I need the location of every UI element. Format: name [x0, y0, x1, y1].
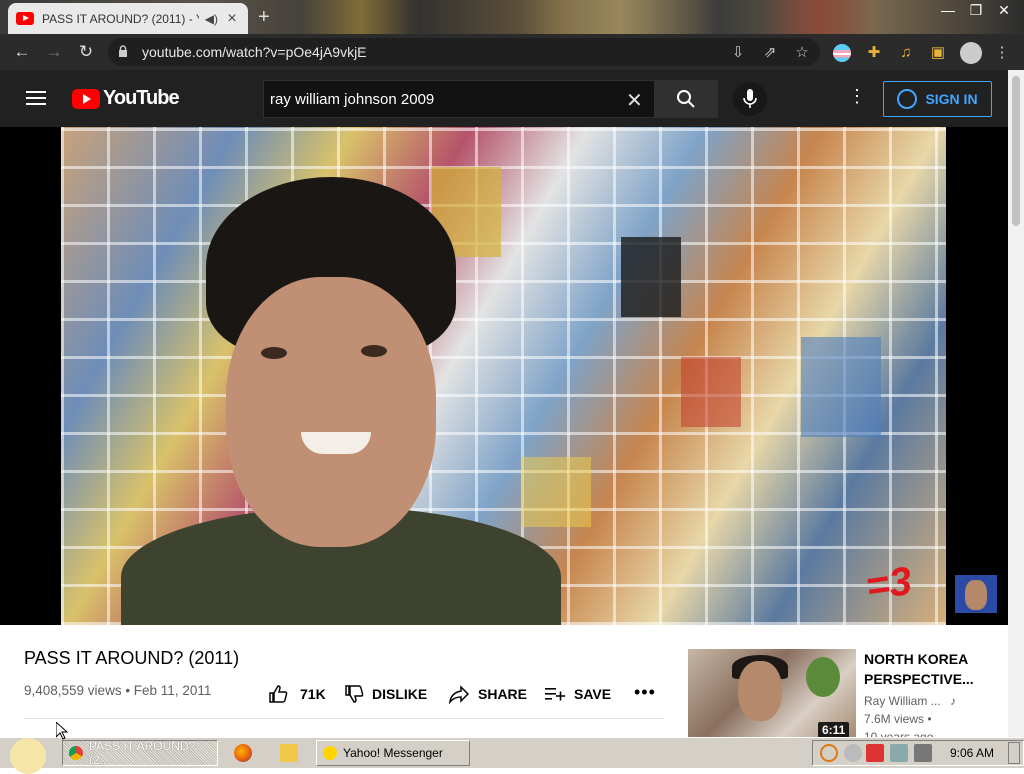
save-label: SAVE — [574, 686, 612, 702]
thumbs-up-icon — [269, 685, 288, 703]
recommended-duration: 6:11 — [818, 722, 850, 738]
scrollbar-thumb[interactable] — [1012, 76, 1020, 226]
lock-icon[interactable] — [118, 45, 128, 58]
youtube-favicon-icon — [16, 12, 34, 25]
youtube-logo-text[interactable]: YouTube — [103, 87, 180, 110]
taskbar-item-browser[interactable]: PASS IT AROUND? (2... — [62, 739, 218, 767]
yahoo-messenger-icon — [323, 746, 337, 760]
start-button[interactable] — [6, 738, 48, 774]
dislike-label: DISLIKE — [372, 686, 428, 702]
music-note-icon: ♪ — [950, 694, 957, 708]
like-button[interactable]: 71K — [268, 684, 326, 704]
side-panel-icon[interactable]: ▣ — [929, 44, 947, 62]
clear-search-icon[interactable]: ✕ — [626, 88, 643, 113]
browser-menu-icon[interactable]: ⋮ — [993, 44, 1011, 62]
microphone-icon — [743, 89, 757, 108]
search-button[interactable] — [655, 80, 718, 118]
tab-close-icon[interactable]: × — [224, 10, 240, 28]
extension-flag-icon[interactable] — [833, 44, 851, 62]
mouse-cursor-icon — [56, 722, 68, 740]
window-minimize-button[interactable]: — — [934, 2, 962, 18]
recommended-channel[interactable]: Ray William ... ♪ — [864, 694, 956, 708]
chrome-icon — [69, 746, 83, 760]
share-button[interactable]: SHARE — [448, 684, 527, 704]
video-views-date: 9,408,559 views • Feb 11, 2011 — [24, 683, 212, 698]
search-input[interactable] — [270, 87, 620, 111]
playlist-add-icon — [545, 688, 565, 701]
taskbar-item-label: PASS IT AROUND? (2... — [89, 739, 196, 767]
new-tab-button[interactable]: + — [258, 6, 270, 29]
extensions-puzzle-icon[interactable]: ✚ — [865, 44, 883, 62]
thumbs-down-icon — [345, 685, 364, 703]
search-box — [263, 80, 655, 118]
search-icon — [677, 90, 695, 108]
install-icon[interactable]: ⇩ — [729, 44, 747, 62]
youtube-logo-icon[interactable] — [72, 89, 100, 109]
browser-tab-active[interactable]: PASS IT AROUND? (2011) - Y ◀) × — [8, 3, 248, 34]
forward-arrow-icon[interactable]: → — [44, 42, 64, 62]
taskbar-item-messenger[interactable]: Yahoo! Messenger — [316, 740, 470, 766]
profile-avatar-icon[interactable] — [960, 42, 982, 64]
back-arrow-icon[interactable]: ← — [12, 42, 32, 62]
smiley-tray-icon[interactable] — [844, 744, 862, 762]
search-tray-icon[interactable] — [820, 744, 838, 762]
security-tray-icon[interactable] — [866, 744, 884, 762]
window-maximize-button[interactable]: ❐ — [962, 2, 990, 19]
taskbar-item-label: Yahoo! Messenger — [343, 746, 443, 760]
sign-in-button[interactable]: SIGN IN — [883, 81, 992, 117]
taskbar-clock[interactable]: 9:06 AM — [950, 746, 994, 760]
video-title: PASS IT AROUND? (2011) — [24, 648, 240, 668]
show-desktop-button[interactable] — [1008, 742, 1020, 764]
person-eye-right — [361, 345, 387, 357]
channel-branding-icon[interactable] — [955, 575, 997, 613]
save-button[interactable]: SAVE — [544, 684, 611, 704]
like-count: 71K — [300, 686, 326, 702]
media-queue-icon[interactable]: ♫ — [897, 44, 915, 62]
voice-search-button[interactable] — [733, 82, 767, 116]
person-eye-left — [261, 347, 287, 359]
hamburger-menu-icon[interactable] — [26, 90, 46, 106]
tab-title: PASS IT AROUND? (2011) - Y — [42, 11, 199, 26]
folder-icon[interactable] — [280, 744, 298, 762]
recommended-channel-name: Ray William ... — [864, 694, 941, 708]
window-close-button[interactable]: ✕ — [990, 2, 1018, 19]
more-actions-button[interactable]: ••• — [634, 682, 656, 703]
network-tray-icon[interactable] — [890, 744, 908, 762]
share-label: SHARE — [478, 686, 528, 702]
share-arrow-icon — [449, 685, 470, 704]
volume-tray-icon[interactable] — [914, 744, 932, 762]
url-text[interactable]: youtube.com/watch?v=pOe4jA9vkjE — [142, 44, 367, 60]
firefox-icon[interactable] — [234, 744, 252, 762]
settings-kebab-icon[interactable]: ⋮ — [848, 86, 866, 107]
reload-icon[interactable]: ↻ — [76, 42, 96, 62]
share-page-icon[interactable]: ⇗ — [761, 44, 779, 62]
account-icon — [897, 89, 918, 109]
start-smiley-icon — [10, 738, 46, 774]
person-mouth — [301, 432, 371, 454]
tab-audio-icon[interactable]: ◀) — [205, 12, 218, 26]
bookmark-star-icon[interactable]: ☆ — [793, 44, 811, 62]
recommended-title[interactable]: NORTH KOREA PERSPECTIVE... — [864, 649, 1004, 689]
person-face — [226, 277, 436, 547]
video-watermark: =3 — [863, 559, 915, 609]
info-divider — [24, 718, 664, 719]
sign-in-label: SIGN IN — [925, 91, 978, 107]
recommended-views: 7.6M views • — [864, 712, 932, 726]
dislike-button[interactable]: DISLIKE — [344, 684, 427, 704]
video-frame[interactable] — [61, 127, 946, 625]
